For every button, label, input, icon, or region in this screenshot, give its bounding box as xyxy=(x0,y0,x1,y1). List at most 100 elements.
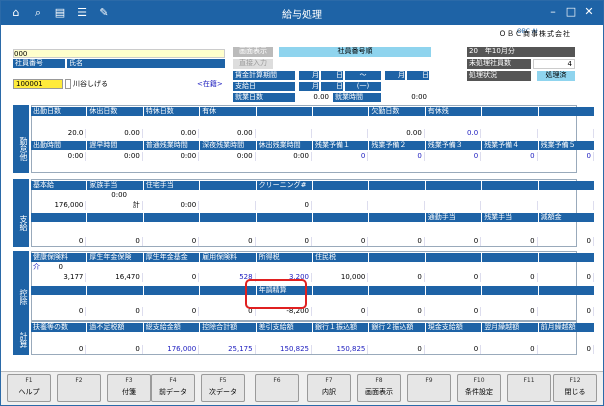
totals-value-values-1: 0 xyxy=(87,345,143,354)
attendance-value-row1_vals-0: 20.0 xyxy=(31,129,87,138)
day-label: 日 xyxy=(321,71,343,80)
payment-value-row2_vals-5: 0 xyxy=(313,237,369,246)
totals-value-values-8: 0 xyxy=(482,345,538,354)
fkey-label: 画面表示 xyxy=(365,388,393,396)
deduction-header-row1-6 xyxy=(369,253,425,262)
deduction-value-row2_vals-5: 0 xyxy=(313,307,369,316)
deduction-side-label: 控除 xyxy=(13,251,29,321)
payment-header-row1-3 xyxy=(200,181,256,190)
fkey-f6[interactable]: F6 xyxy=(255,374,299,402)
fkey-label: 前データ xyxy=(159,388,187,396)
lookup-button[interactable] xyxy=(65,79,71,89)
display-button[interactable]: 画面表示 xyxy=(233,47,273,57)
attendance-header-row1-1: 休出日数 xyxy=(87,107,143,116)
attendance-value-row1_vals-4 xyxy=(257,129,312,138)
attendance-value-row1_vals-3: 0.00 xyxy=(200,129,256,138)
payment-value-row2_vals-8: 0 xyxy=(482,237,538,246)
deduction-value-row2_vals-2: 0 xyxy=(144,307,200,316)
code-field[interactable]: 000 xyxy=(13,49,225,58)
payday-month-label: 月 xyxy=(299,82,319,91)
payment-header-row1-6 xyxy=(369,181,425,190)
fkey-f5[interactable]: F5 次データ xyxy=(201,374,245,402)
payment-value-row1_vals-2: 0:00 xyxy=(144,201,200,210)
attendance-side-label: 勤怠他 xyxy=(13,105,29,173)
payment-header-row2-4 xyxy=(256,213,312,222)
close-icon[interactable]: ✕ xyxy=(581,4,597,20)
fkey-f11[interactable]: F11 xyxy=(507,374,551,402)
payment-value-row1_vals-3 xyxy=(200,201,256,210)
wage-period-label: 賃金計算期間 xyxy=(233,71,295,80)
minimize-icon[interactable]: – xyxy=(545,4,561,20)
attendance-header-row2-5: 残業予備１ xyxy=(313,141,369,150)
month-label-2: 月 xyxy=(385,71,405,80)
fkey-label: 閉じる xyxy=(564,388,586,396)
fkey-f2[interactable]: F2 xyxy=(57,374,101,402)
direct-input-button[interactable]: 直接入力 xyxy=(233,59,273,69)
totals-value-values-5: 150,825 xyxy=(313,345,369,354)
fkey-number: F5 xyxy=(219,377,227,384)
tilde-label: 〜 xyxy=(345,71,381,80)
totals-side-label: 計算 xyxy=(13,321,29,355)
deduction-value-row2_vals-8: 0 xyxy=(482,307,538,316)
payment-value-row2_vals-9: 0 xyxy=(539,237,594,246)
attendance-value-row2_vals-3: 0:00 xyxy=(200,152,256,161)
totals-header-headers-2: 総支給金額 xyxy=(143,323,200,332)
window-title: 給与処理 xyxy=(282,10,322,21)
deduction-value-row2_vals-7: 0 xyxy=(426,307,482,316)
totals-header-headers-9: 前月繰越額 xyxy=(538,323,594,332)
status-badge: <在籍> xyxy=(197,80,223,88)
payment-value-row1_vals-5 xyxy=(313,201,369,210)
fkey-f7[interactable]: F7 内訳 xyxy=(307,374,351,402)
attendance-value-row2_vals-1: 0:00 xyxy=(87,152,143,161)
app-window: ⌂ ⌕ ▤ ☰ ✎ 給与処理 – □ ✕ OBC AI ＯＢＣ商事株式会社 00… xyxy=(0,0,604,406)
fkey-f8[interactable]: F8 画面表示 xyxy=(357,374,401,402)
fkey-f4[interactable]: F4 前データ xyxy=(151,374,195,402)
payment-header-row2-1 xyxy=(87,213,143,222)
fkey-number: F11 xyxy=(523,377,535,384)
attendance-header-row2-0: 出勤時間 xyxy=(31,141,87,150)
deduction-value-row2_vals-0: 0 xyxy=(31,307,87,316)
payment-value-row1_vals-4: 0 xyxy=(257,201,312,210)
payment-extra-time: 0:00 xyxy=(111,191,127,199)
attendance-header-row1-3: 有休 xyxy=(200,107,256,116)
deduction-header-row2-2 xyxy=(143,286,200,295)
deduction-value-row2_vals-9: 0 xyxy=(539,307,594,316)
deduction-header-row2-5 xyxy=(313,286,369,295)
fkey-f9[interactable]: F9 xyxy=(407,374,451,402)
payment-header-row2-2 xyxy=(143,213,200,222)
attendance-header-row2-4: 休出残業時間 xyxy=(256,141,312,150)
deduction-header-row1-0: 健康保険料 xyxy=(31,253,87,262)
fkey-f1[interactable]: F1 ヘルプ xyxy=(7,374,51,402)
deduction-value-row1_vals-1: 16,470 xyxy=(87,273,143,282)
employee-number-input[interactable]: 100001 xyxy=(13,79,63,89)
payment-header-row1-1: 家族手当 xyxy=(87,181,143,190)
fkey-f12[interactable]: F12 閉じる xyxy=(553,374,597,402)
payment-value-row2_vals-1: 0 xyxy=(87,237,143,246)
process-status-value: 処理済 xyxy=(537,71,575,81)
day-label-2: 日 xyxy=(407,71,429,80)
maximize-icon[interactable]: □ xyxy=(563,4,579,20)
payment-header-row2-6 xyxy=(369,213,425,222)
employee-name: 川谷しげる xyxy=(73,80,108,88)
fkey-number: F2 xyxy=(75,377,83,384)
sort-order-select[interactable]: 社員番号順 xyxy=(279,47,431,57)
attendance-value-row2_vals-9: 0 xyxy=(539,152,594,161)
totals-value-values-0: 0 xyxy=(31,345,87,354)
attendance-header-row1-7: 有休残 xyxy=(425,107,482,116)
fkey-number: F3 xyxy=(125,377,133,384)
deduction-header-row1-4: 所得税 xyxy=(256,253,312,262)
fkey-f3[interactable]: F3 付箋 xyxy=(107,374,151,402)
fkey-label: 内訳 xyxy=(322,388,336,396)
payment-value-row2_vals-6: 0 xyxy=(369,237,425,246)
fkey-f10[interactable]: F10 条件設定 xyxy=(457,374,501,402)
deduction-header-row1-1: 厚生年金保険 xyxy=(87,253,143,262)
fkey-number: F9 xyxy=(425,377,433,384)
fkey-number: F1 xyxy=(25,377,33,384)
totals-header-headers-4: 差引支給額 xyxy=(256,323,312,332)
attendance-header-row1-5 xyxy=(313,107,369,116)
process-status-label: 処理状況 xyxy=(467,71,531,81)
attendance-header-row2-7: 残業予備３ xyxy=(425,141,482,150)
name-label: 氏名 xyxy=(67,59,225,68)
deduction-header-row1-7 xyxy=(425,253,482,262)
attendance-value-row2_vals-0: 0:00 xyxy=(31,152,87,161)
